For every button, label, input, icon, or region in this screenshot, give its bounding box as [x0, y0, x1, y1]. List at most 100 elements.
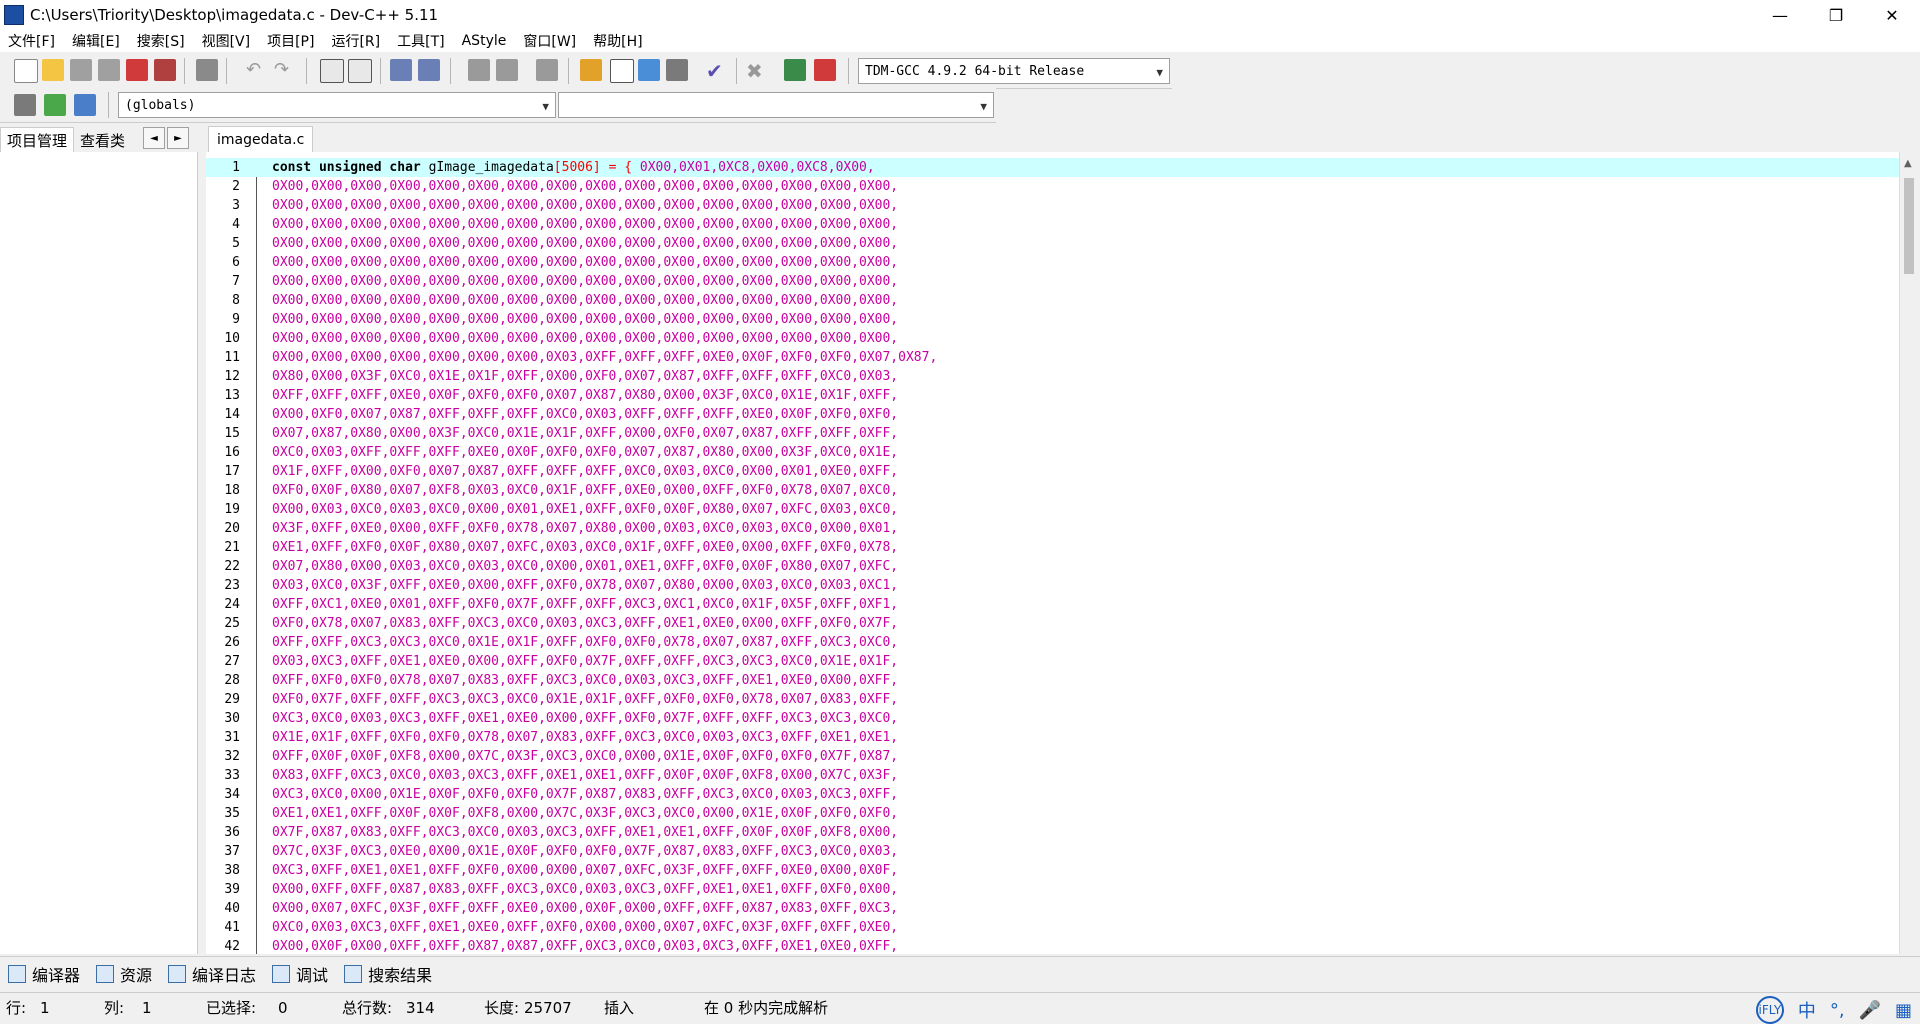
code-line[interactable]: 24 0XFF,0XC1,0XE0,0X01,0XFF,0XF0,0X7F,0XF…: [206, 595, 1900, 614]
close-file-icon[interactable]: [126, 59, 148, 81]
close-all-icon[interactable]: [154, 59, 176, 81]
code-line[interactable]: 28 0XFF,0XF0,0XF0,0X78,0X07,0X83,0XFF,0XC…: [206, 671, 1900, 690]
profile-icon[interactable]: [784, 59, 806, 81]
code-line[interactable]: 36 0X7F,0X87,0X83,0XFF,0XC3,0XC0,0X03,0XC…: [206, 823, 1900, 842]
file-tab-imagedata[interactable]: imagedata.c: [208, 126, 314, 153]
tab-resources[interactable]: 资源: [88, 962, 160, 986]
minimize-button[interactable]: —: [1752, 0, 1808, 30]
code-line[interactable]: 25 0XF0,0X78,0X07,0X83,0XFF,0XC3,0XC0,0X0…: [206, 614, 1900, 633]
code-line[interactable]: 37 0X7C,0X3F,0XC3,0XE0,0X00,0X1E,0X0F,0XF…: [206, 842, 1900, 861]
toggle-bookmark-icon[interactable]: [74, 94, 96, 116]
code-line[interactable]: 33 0X83,0XFF,0XC3,0XC0,0X03,0XC3,0XFF,0XE…: [206, 766, 1900, 785]
menu-file[interactable]: 文件[F]: [0, 31, 64, 51]
code-line[interactable]: 40 0X00,0X07,0XFC,0X3F,0XFF,0XFF,0XE0,0X0…: [206, 899, 1900, 918]
unindent-icon[interactable]: [418, 59, 440, 81]
code-line[interactable]: 39 0X00,0XFF,0XFF,0X87,0X83,0XFF,0XC3,0XC…: [206, 880, 1900, 899]
code-line[interactable]: 32 0XFF,0X0F,0X0F,0XF8,0X00,0X7C,0X3F,0XC…: [206, 747, 1900, 766]
code-line[interactable]: 42 0X00,0X0F,0X00,0XFF,0XFF,0X87,0X87,0XF…: [206, 937, 1900, 954]
code-line[interactable]: 34 0XC3,0XC0,0X00,0X1E,0X0F,0XF0,0XF0,0X7…: [206, 785, 1900, 804]
ime-menu-icon[interactable]: ▦: [1895, 1000, 1912, 1021]
code-line[interactable]: 12 0X80,0X00,0X3F,0XC0,0X1E,0X1F,0XFF,0X0…: [206, 367, 1900, 386]
tab-next-button[interactable]: ►: [167, 127, 190, 149]
find-icon[interactable]: [320, 59, 344, 83]
replace-icon[interactable]: [348, 59, 372, 83]
tab-compiler[interactable]: 编译器: [0, 962, 88, 986]
syntax-check-icon[interactable]: ✔: [706, 59, 728, 83]
tab-prev-button[interactable]: ◄: [143, 127, 166, 149]
menu-view[interactable]: 视图[V]: [194, 31, 260, 51]
restore-button[interactable]: ❐: [1808, 0, 1864, 30]
member-select[interactable]: ▼: [558, 92, 994, 118]
insert-icon[interactable]: [14, 94, 36, 116]
run-icon[interactable]: [610, 59, 634, 83]
code-line[interactable]: 38 0XC3,0XFF,0XE1,0XE1,0XFF,0XF0,0X00,0X0…: [206, 861, 1900, 880]
tab-search-results[interactable]: 搜索结果: [336, 962, 440, 986]
compiler-select[interactable]: TDM-GCC 4.9.2 64-bit Release ▼: [858, 58, 1170, 84]
ime-chinese-toggle[interactable]: 中: [1798, 997, 1816, 1023]
ifly-icon[interactable]: iFLY: [1755, 996, 1784, 1024]
bookmark-back-icon[interactable]: [468, 59, 490, 81]
rebuild-icon[interactable]: [666, 59, 688, 81]
print-icon[interactable]: [196, 59, 218, 81]
stop-execution-icon[interactable]: ✖: [746, 59, 768, 83]
compile-run-icon[interactable]: [638, 59, 660, 81]
code-line[interactable]: 6 0X00,0X00,0X00,0X00,0X00,0X00,0X00,0X00…: [206, 253, 1900, 272]
code-line[interactable]: 20 0X3F,0XFF,0XE0,0X00,0XFF,0XF0,0X78,0X0…: [206, 519, 1900, 538]
menu-project[interactable]: 项目[P]: [259, 31, 323, 51]
code-line[interactable]: 3 0X00,0X00,0X00,0X00,0X00,0X00,0X00,0X00…: [206, 196, 1900, 215]
code-line[interactable]: 22 0X07,0X80,0X00,0X03,0XC0,0X03,0XC0,0X0…: [206, 557, 1900, 576]
code-line[interactable]: 5 0X00,0X00,0X00,0X00,0X00,0X00,0X00,0X00…: [206, 234, 1900, 253]
code-line[interactable]: 1 const unsigned char gImage_imagedata[50…: [206, 158, 1900, 177]
comment-icon[interactable]: [536, 59, 558, 81]
menu-astyle[interactable]: AStyle: [454, 33, 516, 49]
code-line[interactable]: 31 0X1E,0X1F,0XFF,0XF0,0XF0,0X78,0X07,0X8…: [206, 728, 1900, 747]
save-icon[interactable]: [70, 59, 92, 81]
code-line[interactable]: 41 0XC0,0X03,0XC3,0XFF,0XE1,0XE0,0XFF,0XF…: [206, 918, 1900, 937]
ime-punctuation-icon[interactable]: °,: [1830, 1000, 1845, 1021]
code-line[interactable]: 35 0XE1,0XE1,0XFF,0X0F,0X0F,0XF8,0X00,0X7…: [206, 804, 1900, 823]
code-line[interactable]: 30 0XC3,0XC0,0X03,0XC3,0XFF,0XE1,0XE0,0X0…: [206, 709, 1900, 728]
bookmark-forward-icon[interactable]: [496, 59, 518, 81]
code-line[interactable]: 9 0X00,0X00,0X00,0X00,0X00,0X00,0X00,0X00…: [206, 310, 1900, 329]
code-line[interactable]: 11 0X00,0X00,0X00,0X00,0X00,0X00,0X00,0X0…: [206, 348, 1900, 367]
new-file-icon[interactable]: [14, 59, 38, 83]
indent-icon[interactable]: [390, 59, 412, 81]
save-all-icon[interactable]: [98, 59, 120, 81]
compile-icon[interactable]: [580, 59, 602, 81]
menu-tools[interactable]: 工具[T]: [389, 31, 453, 51]
vertical-scrollbar[interactable]: ▲: [1899, 152, 1920, 954]
microphone-icon[interactable]: 🎤: [1859, 1000, 1881, 1021]
open-file-icon[interactable]: [42, 59, 64, 81]
code-line[interactable]: 17 0X1F,0XFF,0X00,0XF0,0X07,0X87,0XFF,0XF…: [206, 462, 1900, 481]
code-line[interactable]: 26 0XFF,0XFF,0XC3,0XC3,0XC0,0X1E,0X1F,0XF…: [206, 633, 1900, 652]
code-line[interactable]: 23 0X03,0XC0,0X3F,0XFF,0XE0,0X00,0XFF,0XF…: [206, 576, 1900, 595]
tab-classes[interactable]: 查看类: [74, 128, 131, 152]
code-line[interactable]: 4 0X00,0X00,0X00,0X00,0X00,0X00,0X00,0X00…: [206, 215, 1900, 234]
menu-run[interactable]: 运行[R]: [323, 31, 389, 51]
tab-project[interactable]: 项目管理: [0, 127, 75, 152]
scrollbar-thumb[interactable]: [1904, 178, 1914, 274]
goto-icon[interactable]: [44, 94, 66, 116]
code-line[interactable]: 19 0X00,0X03,0XC0,0X03,0XC0,0X00,0X01,0XE…: [206, 500, 1900, 519]
code-line[interactable]: 2 0X00,0X00,0X00,0X00,0X00,0X00,0X00,0X00…: [206, 177, 1900, 196]
code-line[interactable]: 21 0XE1,0XFF,0XF0,0X0F,0X80,0X07,0XFC,0X0…: [206, 538, 1900, 557]
menu-help[interactable]: 帮助[H]: [585, 31, 651, 51]
close-button[interactable]: ✕: [1864, 0, 1920, 30]
code-editor[interactable]: − 1const unsigned char gImage_imagedata[…: [206, 152, 1900, 954]
code-line[interactable]: 13 0XFF,0XFF,0XFF,0XE0,0X0F,0XF0,0XF0,0X0…: [206, 386, 1900, 405]
code-line[interactable]: 29 0XF0,0X7F,0XFF,0XFF,0XC3,0XC3,0XC0,0X1…: [206, 690, 1900, 709]
menu-window[interactable]: 窗口[W]: [515, 31, 585, 51]
menu-search[interactable]: 搜索[S]: [129, 31, 194, 51]
tab-debug[interactable]: 调试: [264, 962, 336, 986]
redo-icon[interactable]: ↷: [274, 59, 296, 81]
scope-select[interactable]: (globals) ▼: [118, 92, 556, 118]
code-line[interactable]: 7 0X00,0X00,0X00,0X00,0X00,0X00,0X00,0X00…: [206, 272, 1900, 291]
scroll-up-icon[interactable]: ▲: [1904, 158, 1912, 169]
code-line[interactable]: 14 0X00,0XF0,0X07,0X87,0XFF,0XFF,0XFF,0XC…: [206, 405, 1900, 424]
delete-profile-icon[interactable]: [814, 59, 836, 81]
code-line[interactable]: 27 0X03,0XC3,0XFF,0XE1,0XE0,0X00,0XFF,0XF…: [206, 652, 1900, 671]
code-line[interactable]: 8 0X00,0X00,0X00,0X00,0X00,0X00,0X00,0X00…: [206, 291, 1900, 310]
code-line[interactable]: 15 0X07,0X87,0X80,0X00,0X3F,0XC0,0X1E,0X1…: [206, 424, 1900, 443]
code-line[interactable]: 16 0XC0,0X03,0XFF,0XFF,0XFF,0XE0,0X0F,0XF…: [206, 443, 1900, 462]
tab-compile-log[interactable]: 编译日志: [160, 962, 264, 986]
